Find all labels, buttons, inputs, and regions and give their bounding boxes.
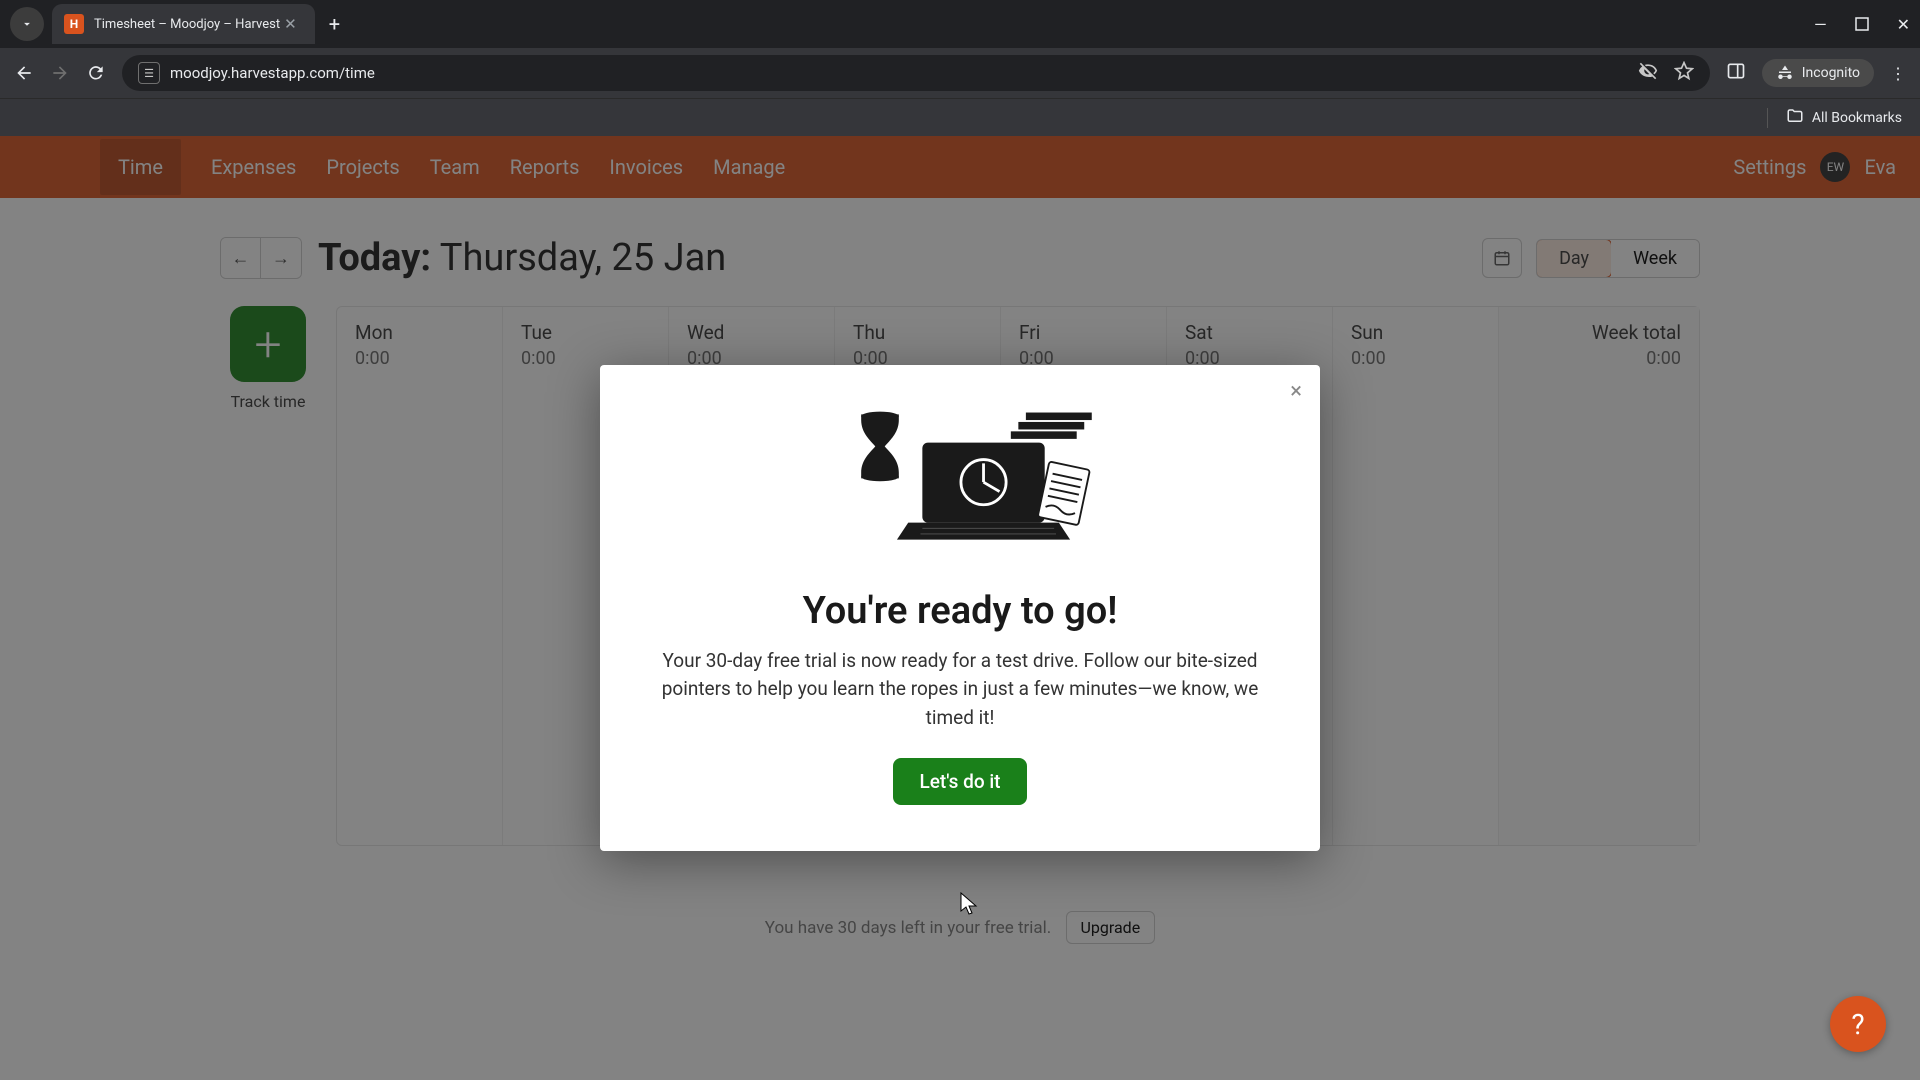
site-info-button[interactable]: ☰ xyxy=(138,62,160,84)
modal-close-button[interactable]: × xyxy=(1290,379,1302,404)
favicon-icon: H xyxy=(64,14,84,34)
new-tab-button[interactable]: + xyxy=(329,12,340,36)
browser-titlebar: H Timesheet – Moodjoy – Harvest ✕ + — ✕ xyxy=(0,0,1920,48)
browser-menu-button[interactable]: ⋮ xyxy=(1890,64,1906,83)
tab-close-button[interactable]: ✕ xyxy=(280,13,301,35)
modal-body: Your 30-day free trial is now ready for … xyxy=(660,647,1260,733)
window-controls: — ✕ xyxy=(1814,15,1910,34)
modal-scrim[interactable]: × xyxy=(0,136,1920,1080)
address-bar[interactable]: ☰ moodjoy.harvestapp.com/time xyxy=(122,55,1710,91)
window-maximize-button[interactable] xyxy=(1855,17,1869,31)
question-icon: ? xyxy=(1851,1008,1864,1041)
browser-forward-button[interactable] xyxy=(50,63,70,83)
onboarding-illustration xyxy=(660,405,1260,565)
browser-back-button[interactable] xyxy=(14,63,34,83)
tune-icon: ☰ xyxy=(144,67,154,80)
modal-title: You're ready to go! xyxy=(660,589,1260,633)
onboarding-modal: × xyxy=(600,365,1320,852)
browser-reload-button[interactable] xyxy=(86,63,106,83)
window-minimize-button[interactable]: — xyxy=(1814,15,1827,34)
incognito-indicator[interactable]: Incognito xyxy=(1762,59,1874,87)
browser-viewport: Time Expenses Projects Team Reports Invo… xyxy=(0,136,1920,1080)
help-fab[interactable]: ? xyxy=(1830,996,1886,1052)
tab-title: Timesheet – Moodjoy – Harvest xyxy=(94,17,280,32)
window-close-button[interactable]: ✕ xyxy=(1897,15,1910,34)
bookmark-star-button[interactable] xyxy=(1674,61,1694,85)
laptop-hourglass-icon xyxy=(800,405,1120,565)
divider xyxy=(1767,108,1768,128)
folder-icon xyxy=(1786,107,1804,129)
tab-search-button[interactable] xyxy=(10,7,44,41)
eye-off-icon[interactable] xyxy=(1638,61,1658,85)
chevron-down-icon xyxy=(20,17,34,31)
browser-toolbar: ☰ moodjoy.harvestapp.com/time Incognito … xyxy=(0,48,1920,98)
bookmarks-bar: All Bookmarks xyxy=(0,98,1920,136)
address-bar-url: moodjoy.harvestapp.com/time xyxy=(170,64,375,82)
side-panel-button[interactable] xyxy=(1726,61,1746,85)
incognito-icon xyxy=(1776,64,1794,82)
incognito-label: Incognito xyxy=(1802,65,1860,81)
modal-cta-button[interactable]: Let's do it xyxy=(893,758,1026,805)
browser-tab[interactable]: H Timesheet – Moodjoy – Harvest ✕ xyxy=(52,4,315,44)
all-bookmarks-button[interactable]: All Bookmarks xyxy=(1812,110,1902,126)
